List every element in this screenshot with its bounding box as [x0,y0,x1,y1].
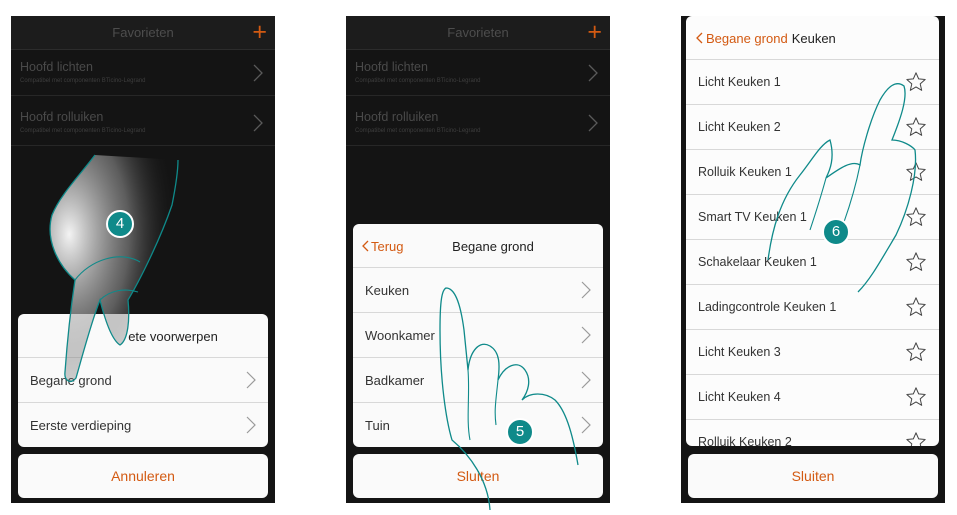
object-list: Licht Keuken 1 Licht Keuken 2 Rolluik Keuk… [686,60,939,446]
sheet-header: ete voorwerpen [18,314,268,358]
floor-row[interactable]: Begane grond [18,358,268,403]
floor-label: Eerste verdieping [30,418,132,433]
object-label: Licht Keuken 3 [698,345,781,359]
top-bar: Favorieten + [346,16,610,50]
chevron-right-icon [581,326,591,344]
favorite-name: Hoofd lichten [20,60,93,74]
object-row[interactable]: Licht Keuken 2 [686,105,939,150]
chevron-left-icon [696,32,703,44]
room-row[interactable]: Keuken [353,268,603,313]
favorite-item[interactable]: Hoofd rolluiken Compatibel met component… [11,101,275,146]
room-label: Keuken [365,283,410,298]
favorite-subtitle: Compatibel met componenten BTicino-Legra… [20,78,146,84]
phone-screen-select-objects: Begane grond Keuken Licht Keuken 1 Licht K… [681,16,945,503]
favorite-name: Hoofd rolluiken [355,110,439,124]
step-badge: 4 [106,210,134,238]
chevron-right-icon [588,64,598,82]
chevron-right-icon [581,371,591,389]
close-button[interactable]: Sluiten [353,454,603,498]
favorite-name: Hoofd lichten [355,60,428,74]
room-row[interactable]: Woonkamer [353,313,603,358]
plus-icon[interactable]: + [587,18,602,46]
object-row[interactable]: Licht Keuken 3 [686,330,939,375]
sheet-title: ete voorwerpen [128,329,218,344]
object-row[interactable]: Licht Keuken 4 [686,375,939,420]
star-outline-icon[interactable] [905,341,927,363]
objects-sheet: Begane grond Keuken Licht Keuken 1 Licht K… [686,16,939,446]
room-row[interactable]: Badkamer [353,358,603,403]
back-label: Begane grond [706,31,788,46]
object-label: Licht Keuken 2 [698,120,781,134]
favorite-item[interactable]: Hoofd rolluiken Compatibel met component… [346,101,610,146]
object-label: Licht Keuken 4 [698,390,781,404]
floor-row[interactable]: Eerste verdieping [18,403,268,447]
room-sheet: Terug Begane grond Keuken Woonkamer Badk… [353,224,603,447]
room-label: Tuin [365,418,390,433]
current-room-title: Keuken [791,31,836,46]
star-outline-icon[interactable] [905,251,927,273]
top-bar: Favorieten + [11,16,275,50]
object-row[interactable]: Licht Keuken 1 [686,60,939,105]
object-label: Licht Keuken 1 [698,75,781,89]
star-outline-icon[interactable] [905,206,927,228]
star-outline-icon[interactable] [905,116,927,138]
favorite-subtitle: Compatibel met componenten BTicino-Legra… [355,78,481,84]
chevron-right-icon [581,416,591,434]
favorite-subtitle: Compatibel met componenten BTicino-Legra… [355,128,481,134]
page-title: Favorieten [447,25,509,40]
object-row[interactable]: Smart TV Keuken 1 [686,195,939,240]
favorite-name: Hoofd rolluiken [20,110,104,124]
object-row[interactable]: Ladingcontrole Keuken 1 [686,285,939,330]
chevron-right-icon [246,371,256,389]
sheet-header: Begane grond Keuken [686,16,939,60]
room-label: Badkamer [365,373,425,388]
star-outline-icon[interactable] [905,431,927,446]
select-objects-sheet: ete voorwerpen Begane grond Eerste verdi… [18,314,268,447]
object-row[interactable]: Rolluik Keuken 2 [686,420,939,446]
phone-screen-favorites-select-floor: Favorieten + Hoofd lichten Compatibel me… [11,16,275,503]
close-button[interactable]: Sluiten [688,454,938,498]
cancel-button[interactable]: Annuleren [18,454,268,498]
sheet-title: Begane grond [452,239,534,254]
room-label: Woonkamer [365,328,435,343]
step-badge: 5 [506,418,534,446]
step-badge: 6 [822,218,850,246]
chevron-right-icon [253,64,263,82]
chevron-right-icon [581,281,591,299]
chevron-right-icon [246,416,256,434]
page-title: Favorieten [112,25,174,40]
star-outline-icon[interactable] [905,161,927,183]
object-label: Rolluik Keuken 2 [698,435,792,446]
star-outline-icon[interactable] [905,71,927,93]
floor-label: Begane grond [30,373,112,388]
object-label: Ladingcontrole Keuken 1 [698,300,837,314]
sheet-header: Terug Begane grond [353,224,603,268]
object-row[interactable]: Schakelaar Keuken 1 [686,240,939,285]
object-label: Smart TV Keuken 1 [698,210,807,224]
phone-screen-select-room: Favorieten + Hoofd lichten Compatibel me… [346,16,610,503]
chevron-right-icon [588,114,598,132]
object-label: Rolluik Keuken 1 [698,165,792,179]
chevron-right-icon [253,114,263,132]
star-outline-icon[interactable] [905,296,927,318]
favorite-subtitle: Compatibel met componenten BTicino-Legra… [20,128,146,134]
room-row[interactable]: Tuin [353,403,603,447]
object-row[interactable]: Rolluik Keuken 1 [686,150,939,195]
plus-icon[interactable]: + [252,18,267,46]
favorite-item[interactable]: Hoofd lichten Compatibel met componenten… [346,51,610,96]
favorite-item[interactable]: Hoofd lichten Compatibel met componenten… [11,51,275,96]
star-outline-icon[interactable] [905,386,927,408]
breadcrumb[interactable]: Begane grond Keuken [696,31,836,46]
object-label: Schakelaar Keuken 1 [698,255,817,269]
